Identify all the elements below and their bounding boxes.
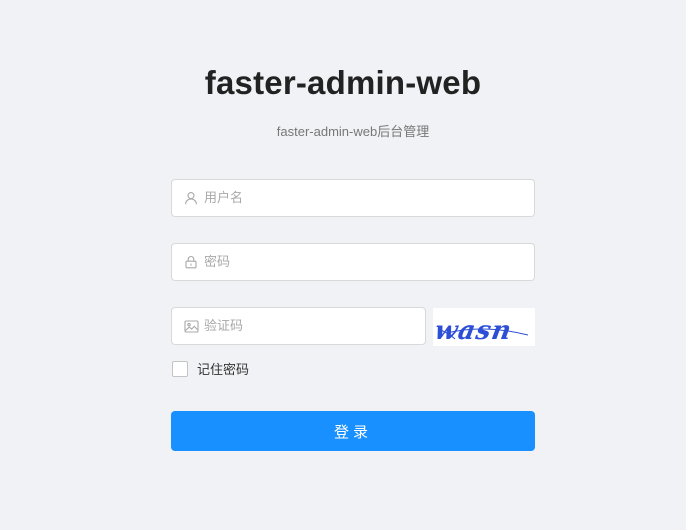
page-subtitle: faster-admin-web后台管理 <box>276 124 430 139</box>
captcha-field[interactable] <box>171 307 426 345</box>
remember-checkbox[interactable] <box>172 360 188 377</box>
captcha-glyphs: wasn <box>432 315 529 346</box>
captcha-input[interactable] <box>204 308 425 344</box>
username-input[interactable] <box>204 180 534 216</box>
user-icon <box>183 190 199 206</box>
username-field[interactable] <box>171 179 535 217</box>
image-icon <box>183 318 199 334</box>
remember-me[interactable]: 记住密码 <box>172 359 249 378</box>
captcha-image[interactable]: wasn <box>432 308 535 346</box>
lock-icon <box>183 254 199 270</box>
password-input[interactable] <box>204 244 534 280</box>
password-field[interactable] <box>171 243 535 281</box>
page-title: faster-admin-web <box>204 64 482 101</box>
login-button[interactable]: 登录 <box>171 411 535 451</box>
remember-label: 记住密码 <box>197 363 250 378</box>
captcha-text: wasn <box>433 315 514 346</box>
